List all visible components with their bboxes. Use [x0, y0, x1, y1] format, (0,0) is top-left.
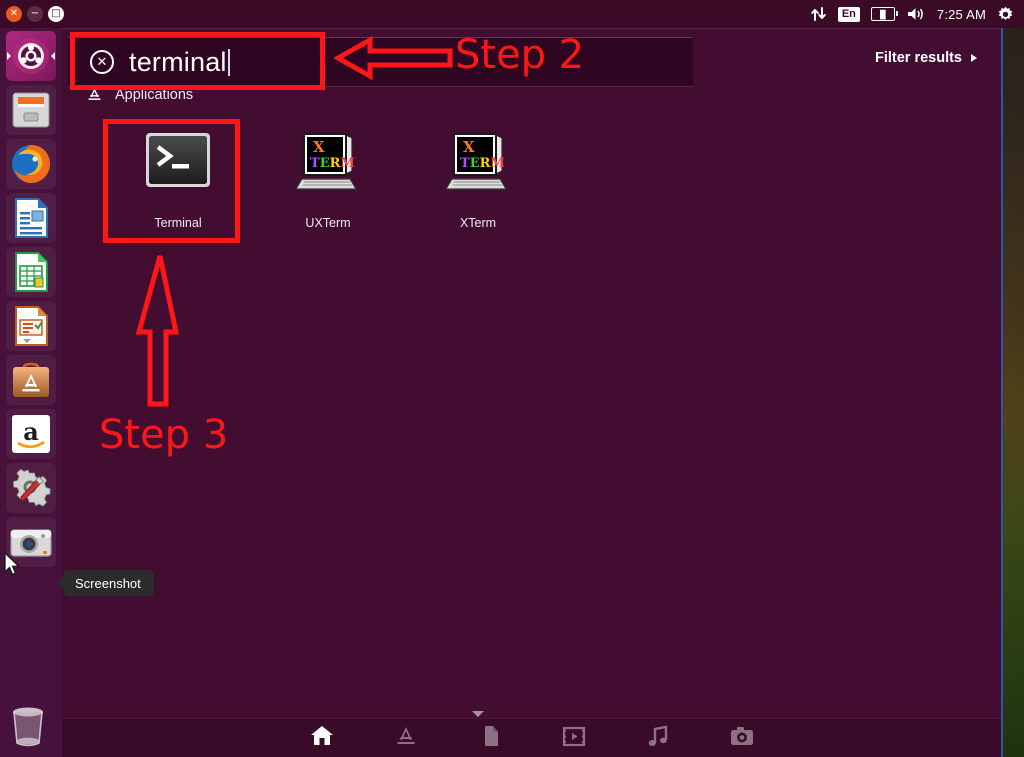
session-indicator[interactable]	[997, 6, 1014, 23]
ubuntu-software-icon	[13, 362, 49, 397]
close-window-button[interactable]: ✕	[6, 6, 22, 22]
home-lens-icon[interactable]	[309, 724, 335, 753]
xterm-icon: X TERM	[442, 124, 514, 196]
search-input-value: terminal	[129, 47, 227, 77]
battery-charging-icon: █	[870, 7, 898, 21]
battery-indicator[interactable]: █	[870, 7, 898, 21]
keyboard-layout-indicator[interactable]: En	[837, 6, 860, 22]
launcher-left-pip	[7, 52, 11, 60]
firefox-icon	[12, 145, 50, 183]
gear-icon	[998, 6, 1013, 20]
panel-indicators: En █ 7:25 AM	[810, 6, 1024, 23]
launcher-item-system-settings[interactable]	[6, 463, 56, 513]
launcher-item-files[interactable]	[6, 85, 56, 135]
filter-results-button[interactable]: Filter results	[875, 50, 977, 66]
launcher-item-libreoffice-writer[interactable]	[6, 193, 56, 243]
category-header-applications: Applications	[86, 86, 193, 103]
maximize-window-button[interactable]: □	[48, 6, 64, 22]
dash-resize-handle[interactable]	[471, 711, 484, 717]
tooltip-label: Screenshot	[75, 575, 141, 591]
mouse-cursor	[4, 551, 22, 583]
files-lens-icon[interactable]	[477, 724, 503, 753]
launcher-item-libreoffice-calc[interactable]	[6, 247, 56, 297]
applications-lens-icon[interactable]	[393, 724, 419, 753]
applications-lens-icon	[88, 88, 101, 100]
result-label: XTerm	[459, 216, 497, 230]
annotation-step3-label: Step 3	[99, 412, 229, 458]
dash-results-grid: Terminal X TERM UXTerm X TERM XTerm	[103, 110, 983, 230]
result-item-terminal[interactable]: Terminal	[103, 110, 253, 230]
clock-indicator[interactable]: 7:25 AM	[937, 7, 986, 22]
launcher-item-amazon[interactable]: a	[6, 409, 56, 459]
launcher-item-ubuntu-software[interactable]	[6, 355, 56, 405]
file-manager-icon	[12, 92, 50, 128]
launcher-tooltip: Screenshot	[57, 570, 154, 596]
annotation-step2-label: Step 2	[455, 32, 585, 78]
dash-top-edge	[62, 28, 1001, 29]
svg-text:TERM: TERM	[460, 156, 505, 171]
launcher-item-trash[interactable]	[6, 703, 56, 753]
dash-lens-bar	[62, 718, 1001, 757]
unity-dash: ✕ terminal Filter results Applications T…	[62, 28, 1003, 757]
launcher-right-pip	[51, 52, 55, 60]
result-label: UXTerm	[305, 216, 351, 230]
amazon-icon: a	[12, 415, 50, 453]
result-label: Terminal	[154, 216, 202, 230]
top-panel: ✕ − □ En █ 7:25 AM	[0, 0, 1024, 28]
libreoffice-impress-icon	[15, 306, 48, 346]
launcher-item-dash-home[interactable]	[6, 31, 56, 81]
libreoffice-writer-icon	[15, 198, 48, 238]
volume-icon	[907, 8, 923, 20]
text-caret	[227, 49, 230, 76]
filter-results-label: Filter results	[874, 50, 962, 66]
photos-lens-icon[interactable]	[729, 724, 755, 753]
music-lens-icon[interactable]	[645, 724, 671, 753]
trash-icon	[13, 707, 43, 747]
launcher-item-libreoffice-impress[interactable]	[6, 301, 56, 351]
svg-text:X: X	[313, 138, 325, 156]
window-controls: ✕ − □	[0, 6, 64, 22]
libreoffice-calc-icon	[15, 252, 48, 292]
keyboard-layout-label: En	[837, 6, 860, 22]
dash-search-bar[interactable]: ✕ terminal	[68, 37, 693, 87]
video-lens-icon[interactable]	[561, 724, 587, 753]
minimize-icon: −	[30, 8, 40, 19]
close-icon: ✕	[9, 8, 19, 19]
result-item-uxterm[interactable]: X TERM UXTerm	[253, 110, 403, 230]
maximize-icon: □	[51, 8, 61, 19]
ubuntu-logo-icon	[13, 38, 49, 74]
chevron-right-icon	[971, 54, 977, 62]
system-settings-icon	[13, 468, 51, 507]
ubuntu-desktop: ✕ terminal Filter results Applications T…	[0, 0, 1024, 757]
network-updown-icon	[811, 7, 826, 21]
search-input[interactable]: terminal	[129, 47, 230, 77]
terminal-icon	[142, 124, 214, 196]
launcher-item-firefox[interactable]	[6, 139, 56, 189]
minimize-window-button[interactable]: −	[27, 6, 43, 22]
volume-indicator[interactable]	[906, 6, 926, 22]
category-label: Applications	[115, 86, 194, 103]
unity-launcher: a	[0, 28, 62, 757]
network-indicator[interactable]	[810, 6, 827, 22]
clear-search-icon[interactable]: ✕	[90, 50, 114, 74]
svg-text:TERM: TERM	[310, 156, 355, 171]
svg-text:X: X	[463, 138, 475, 156]
result-item-xterm[interactable]: X TERM XTerm	[403, 110, 553, 230]
svg-text:a: a	[23, 417, 39, 446]
uxterm-icon: X TERM	[292, 124, 364, 196]
